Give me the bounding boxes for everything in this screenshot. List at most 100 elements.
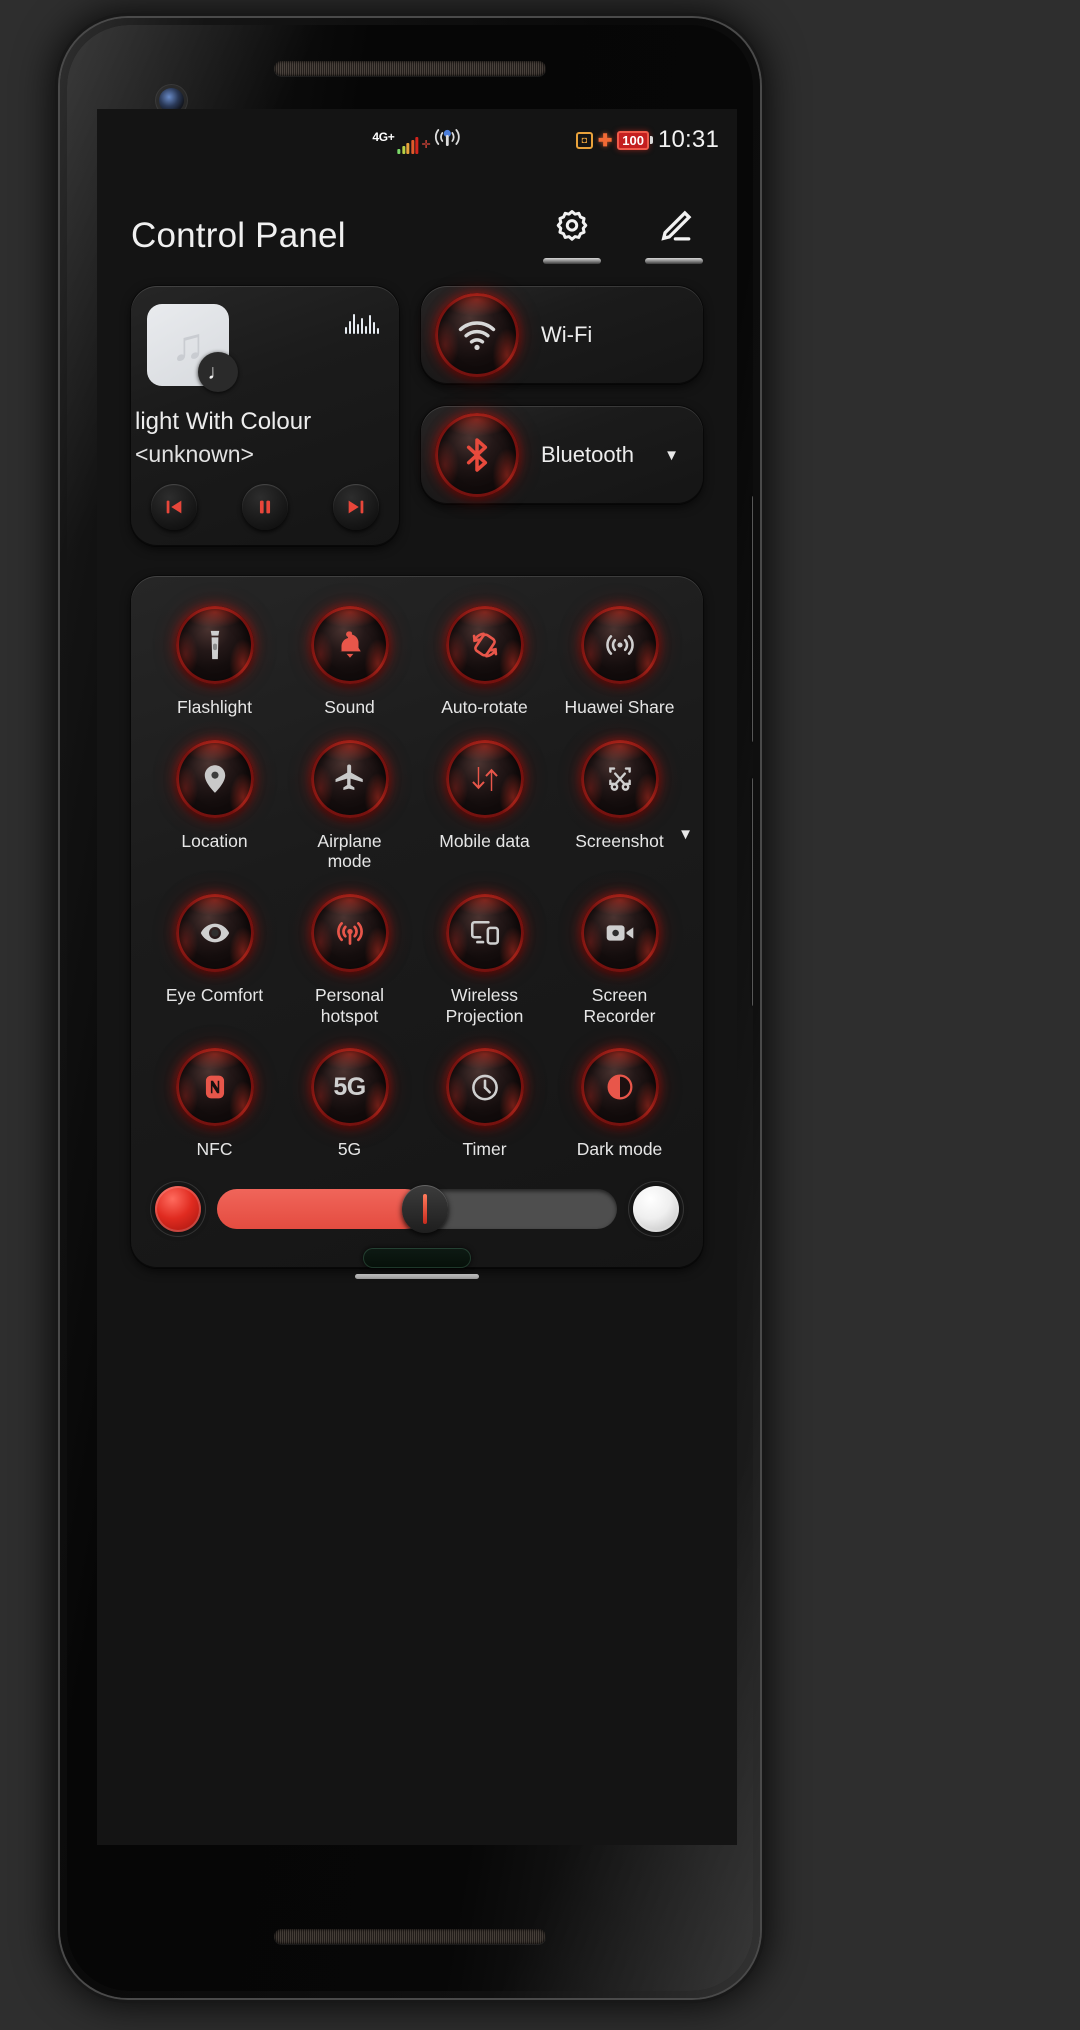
status-bar-right: ◘ ✚ 100 10:31 <box>575 126 719 154</box>
power-button[interactable] <box>752 777 753 1007</box>
status-bar: 4G+ ✛ ◘ ✚ 100 10:31 <box>97 109 737 171</box>
tile-label: Mobile data <box>439 830 530 851</box>
previous-track-button[interactable] <box>151 484 197 530</box>
nfc-icon <box>198 1070 232 1104</box>
huawei-share-icon <box>603 628 637 662</box>
brightness-row <box>147 1160 687 1233</box>
sound-orb <box>310 606 389 684</box>
eye-icon <box>198 916 232 950</box>
battery-indicator: 100 <box>617 130 653 150</box>
album-art: ♫ ♩ <box>147 304 238 392</box>
settings-underline <box>543 258 601 264</box>
skip-previous-icon <box>163 496 185 518</box>
wireless-projection-orb <box>445 893 524 972</box>
battery-level-label: 100 <box>622 132 644 148</box>
next-track-button[interactable] <box>333 484 379 530</box>
equalizer-icon[interactable] <box>345 312 379 334</box>
phone-screen: 4G+ ✛ ◘ ✚ 100 10:31 Control Panel ♫ ♩ li… <box>97 109 737 1845</box>
tile-label: Eye Comfort <box>165 984 264 1005</box>
screenshot-scissors-icon <box>603 762 637 796</box>
airplane-icon <box>333 762 367 796</box>
bluetooth-icon <box>457 435 497 475</box>
scene: 4G+ ✛ ◘ ✚ 100 10:31 Control Panel ♫ ♩ li… <box>0 0 1080 2030</box>
dark-mode-contrast-icon <box>603 1070 637 1104</box>
quick-tiles-grid: Flashlight Sound Auto-rotate Huawei Shar… <box>147 606 693 1160</box>
tile-wireless-projection[interactable]: Wireless Projection <box>417 893 552 1026</box>
connectivity-column: Wi-Fi Bluetooth ▼ <box>421 286 703 546</box>
auto-rotate-icon <box>468 628 502 662</box>
video-camera-icon <box>603 916 637 950</box>
track-title: light With Colour <box>135 408 312 435</box>
tile-label: Auto-rotate <box>441 697 528 717</box>
volume-button[interactable] <box>752 495 753 743</box>
phone-mockup: 4G+ ✛ ◘ ✚ 100 10:31 Control Panel ♫ ♩ li… <box>60 18 760 1998</box>
single-note-icon: ♩ <box>198 352 238 392</box>
auto-rotate-orb <box>445 606 524 684</box>
tile-auto-rotate[interactable]: Auto-rotate <box>417 606 552 718</box>
quick-tiles-card: Flashlight Sound Auto-rotate Huawei Shar… <box>131 576 703 1268</box>
tile-screenshot[interactable]: Screenshot ▼ <box>552 739 693 872</box>
tile-label: Screenshot <box>575 830 664 851</box>
edit-button[interactable] <box>645 207 703 264</box>
bell-icon <box>333 628 367 662</box>
wifi-orb <box>435 293 519 377</box>
play-pause-button[interactable] <box>242 484 288 530</box>
tile-label: 5G <box>337 1139 362 1160</box>
cast-screen-icon <box>468 916 502 950</box>
settings-button[interactable] <box>543 207 601 264</box>
tile-timer[interactable]: Timer <box>417 1048 552 1160</box>
tile-label: Dark mode <box>576 1139 663 1160</box>
gear-icon <box>551 207 593 249</box>
tile-location[interactable]: Location <box>147 739 282 872</box>
tile-label: Sound <box>324 697 375 717</box>
tile-mobile-data[interactable]: Mobile data <box>417 739 552 872</box>
chevron-down-icon[interactable]: ▼ <box>678 826 693 843</box>
skip-next-icon <box>345 496 367 518</box>
brightness-low-icon[interactable] <box>155 1185 201 1232</box>
bluetooth-label: Bluetooth <box>541 442 634 467</box>
tile-personal-hotspot[interactable]: Personal hotspot <box>282 893 417 1026</box>
tile-eye-comfort[interactable]: Eye Comfort <box>147 893 282 1026</box>
panel-drag-handle[interactable] <box>363 1247 471 1268</box>
network-type-label: 4G+ <box>372 130 395 144</box>
pencil-edit-icon <box>653 207 695 249</box>
brightness-high-icon[interactable] <box>633 1185 679 1232</box>
panel-handle-bar <box>355 1273 479 1279</box>
brightness-slider[interactable] <box>217 1184 617 1233</box>
control-panel-header: Control Panel <box>97 171 737 264</box>
location-pin-icon <box>198 762 232 796</box>
location-orb <box>175 739 254 818</box>
music-player-card[interactable]: ♫ ♩ light With Colour <unknown> <box>131 286 399 546</box>
page-title: Control Panel <box>131 215 346 255</box>
screen-recorder-orb <box>580 893 659 972</box>
chevron-down-icon[interactable]: ▼ <box>664 447 679 464</box>
tile-sound[interactable]: Sound <box>282 606 417 718</box>
tile-flashlight[interactable]: Flashlight <box>147 606 282 718</box>
nfc-orb <box>175 1048 254 1127</box>
flashlight-orb <box>175 606 254 684</box>
mobile-data-arrows-icon <box>468 762 502 796</box>
hotspot-waves-icon <box>434 126 462 152</box>
wifi-icon <box>456 314 498 356</box>
tile-huawei-share[interactable]: Huawei Share <box>552 606 687 718</box>
tile-nfc[interactable]: NFC <box>147 1048 282 1160</box>
tile-screen-recorder[interactable]: Screen Recorder <box>552 893 687 1026</box>
tile-5g[interactable]: 5G 5G <box>282 1048 417 1160</box>
brightness-slider-thumb[interactable] <box>402 1184 448 1233</box>
phone-body: 4G+ ✛ ◘ ✚ 100 10:31 Control Panel ♫ ♩ li… <box>67 25 753 1991</box>
sim-cross-icon: ✛ <box>421 139 431 151</box>
5g-orb: 5G <box>310 1048 389 1127</box>
dark-mode-orb <box>580 1048 659 1127</box>
wifi-toggle[interactable]: Wi-Fi <box>421 286 703 384</box>
mobile-data-orb <box>445 739 524 818</box>
signal-bars-icon <box>397 137 419 154</box>
tile-dark-mode[interactable]: Dark mode <box>552 1048 687 1160</box>
brightness-slider-fill <box>217 1188 425 1229</box>
tile-label: Flashlight <box>177 697 252 717</box>
tile-airplane-mode[interactable]: Airplane mode <box>282 739 417 872</box>
top-row: ♫ ♩ light With Colour <unknown> Wi-Fi Bl… <box>97 264 737 546</box>
bluetooth-toggle[interactable]: Bluetooth ▼ <box>421 406 703 504</box>
tile-label: Screen Recorder <box>583 984 656 1026</box>
timer-clock-icon <box>468 1070 502 1104</box>
track-artist: <unknown> <box>135 441 254 467</box>
